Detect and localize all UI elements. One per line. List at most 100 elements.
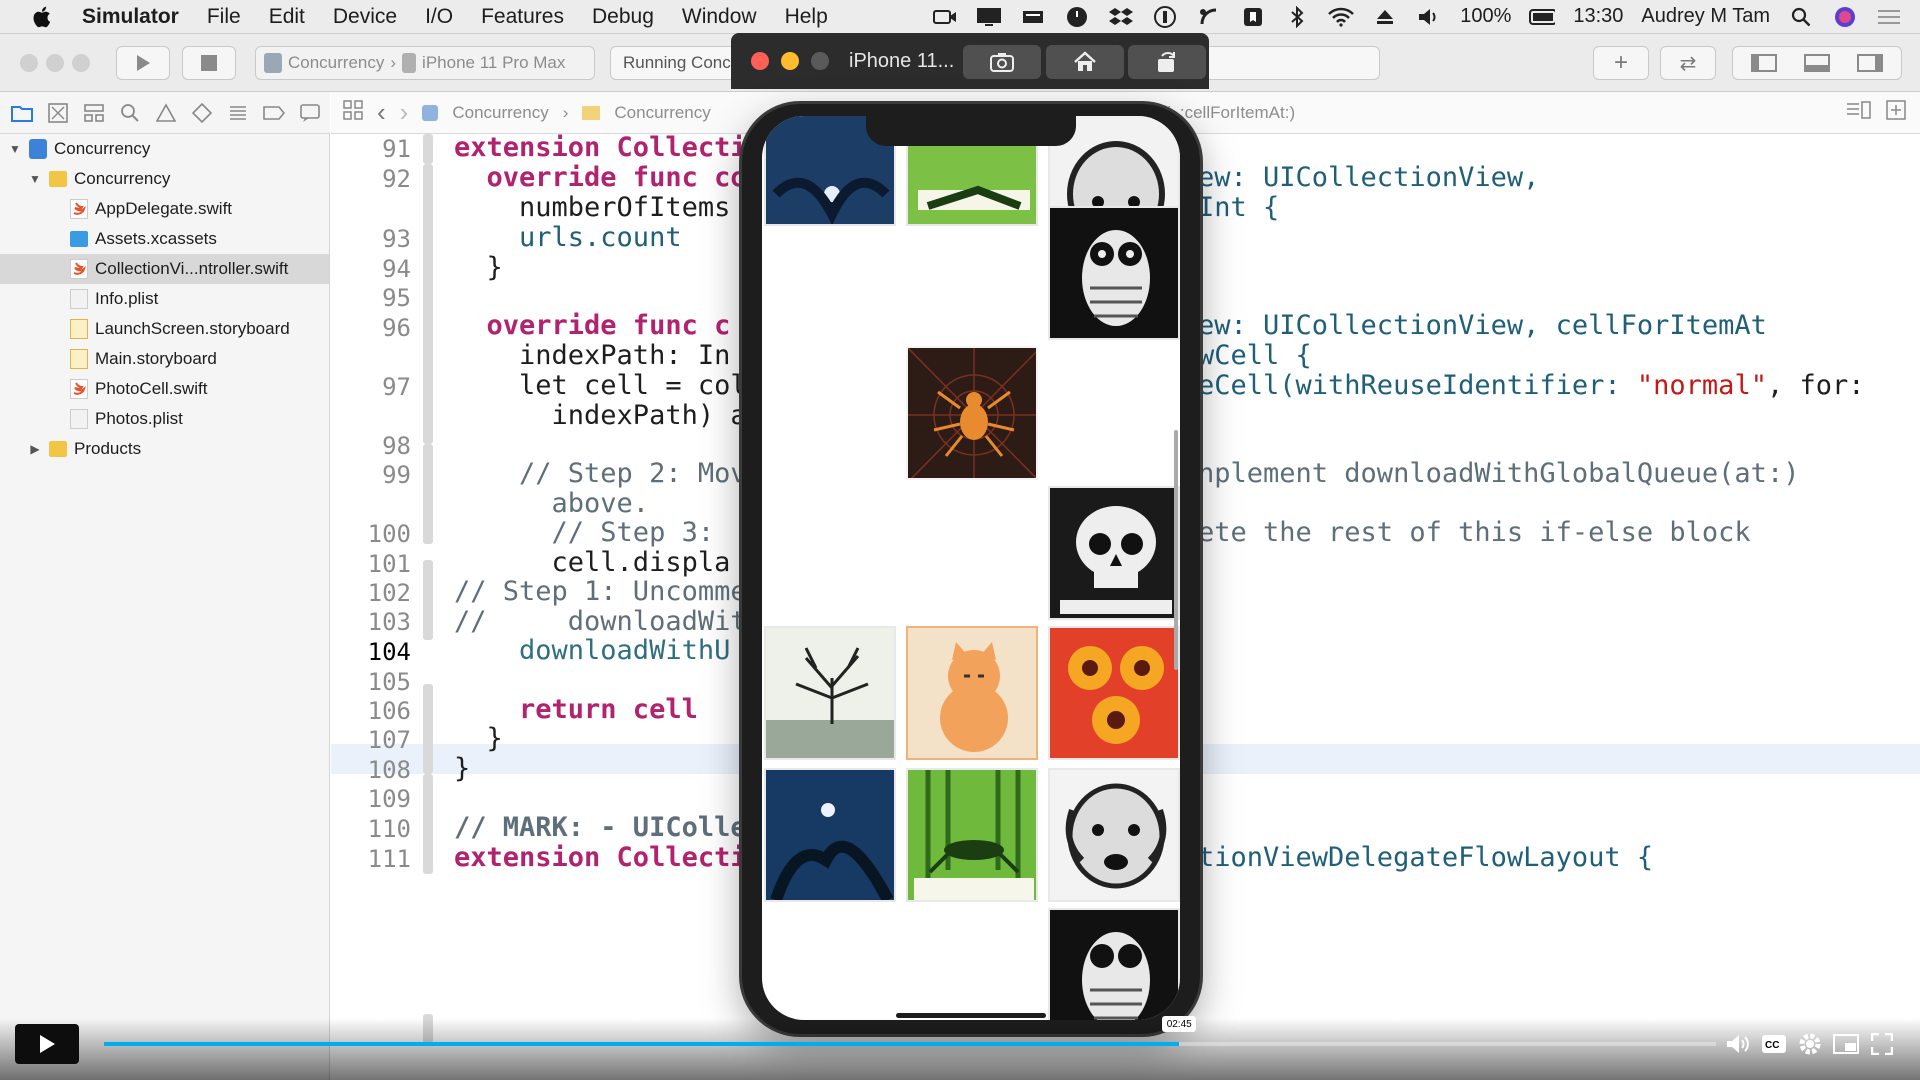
related-items-icon[interactable] — [343, 100, 363, 125]
library-button[interactable]: + — [1593, 46, 1649, 80]
photo-tile-skull[interactable] — [1048, 486, 1180, 620]
camera-status-icon[interactable] — [932, 6, 958, 28]
report-navigator-icon[interactable] — [298, 101, 322, 125]
display-status-icon[interactable] — [976, 6, 1002, 28]
issue-navigator-icon[interactable] — [154, 101, 178, 125]
window-minimize-button[interactable] — [46, 54, 64, 72]
debug-navigator-icon[interactable] — [226, 101, 250, 125]
volume-icon[interactable] — [1724, 1030, 1752, 1058]
panel-toggles[interactable] — [1732, 46, 1902, 80]
photo-tile-grasshopper[interactable] — [906, 768, 1038, 902]
photo-tile-flowers[interactable] — [1048, 626, 1180, 760]
fold-ribbon[interactable] — [423, 164, 433, 444]
test-navigator-icon[interactable] — [190, 101, 214, 125]
user-name[interactable]: Audrey M Tam — [1641, 5, 1770, 28]
menu-io[interactable]: I/O — [411, 5, 467, 29]
collection-scroll-indicator[interactable] — [1174, 430, 1178, 670]
home-button[interactable] — [1046, 45, 1124, 79]
menu-device[interactable]: Device — [319, 5, 411, 29]
tree-item-group-products[interactable]: ▶ Products — [0, 434, 329, 464]
tree-item-photosplist[interactable]: Photos.plist — [0, 404, 329, 434]
fold-ribbon[interactable] — [423, 684, 433, 774]
menu-window[interactable]: Window — [668, 5, 771, 29]
photo-tile-owl[interactable] — [1048, 206, 1180, 340]
photo-tile-dog[interactable] — [1048, 768, 1180, 902]
photo-tile-cat[interactable] — [906, 626, 1038, 760]
stack-status-icon[interactable] — [1020, 6, 1046, 28]
simulator-minimize-button[interactable] — [781, 52, 799, 70]
disclosure-down-icon[interactable]: ▼ — [8, 142, 22, 156]
menu-help[interactable]: Help — [771, 5, 842, 29]
tree-item-group-concurrency[interactable]: ▼ Concurrency — [0, 164, 329, 194]
menu-file[interactable]: File — [193, 5, 255, 29]
code-review-button[interactable]: ⇄ — [1660, 46, 1716, 80]
rotate-button[interactable] — [1128, 45, 1206, 79]
bookmark-status-icon[interactable] — [1240, 6, 1266, 28]
spotlight-search-icon[interactable] — [1788, 6, 1814, 28]
notification-center-icon[interactable] — [1876, 6, 1902, 28]
siri-icon[interactable] — [1832, 6, 1858, 28]
run-button[interactable] — [116, 46, 170, 80]
fold-ribbon[interactable] — [423, 444, 433, 544]
window-close-button[interactable] — [20, 54, 38, 72]
dropbox-icon[interactable] — [1108, 6, 1134, 28]
menu-debug[interactable]: Debug — [578, 5, 668, 29]
power-status-icon[interactable] — [1064, 6, 1090, 28]
picture-in-picture-icon[interactable] — [1832, 1030, 1860, 1058]
breadcrumb-project[interactable]: Concurrency — [452, 103, 548, 123]
tree-item-mainstoryboard[interactable]: Main.storyboard — [0, 344, 329, 374]
folder-navigator-icon[interactable] — [10, 101, 34, 125]
iphone-screen[interactable] — [762, 116, 1180, 1020]
tree-item-appdelegate[interactable]: AppDelegate.swift — [0, 194, 329, 224]
volume-icon[interactable] — [1416, 6, 1442, 28]
video-play-button[interactable] — [15, 1024, 79, 1064]
tree-item-assets[interactable]: Assets.xcassets — [0, 224, 329, 254]
settings-gear-icon[interactable] — [1796, 1030, 1824, 1058]
eject-icon[interactable] — [1372, 6, 1398, 28]
forward-chevron-icon[interactable]: › — [400, 97, 409, 128]
find-navigator-icon[interactable] — [118, 101, 142, 125]
clock[interactable]: 13:30 — [1573, 5, 1623, 28]
scheme-selector[interactable]: Concurrency › iPhone 11 Pro Max — [255, 46, 595, 80]
photo-tile-night[interactable] — [764, 768, 896, 902]
tree-item-infoplist[interactable]: Info.plist — [0, 284, 329, 314]
stop-button[interactable] — [182, 46, 236, 80]
menu-app-simulator[interactable]: Simulator — [60, 5, 193, 29]
breadcrumb-method[interactable]: (_:cellForItemAt:) — [1165, 103, 1295, 123]
fold-ribbon[interactable] — [423, 134, 433, 164]
tree-item-collectionviewcontroller[interactable]: CollectionVi...ntroller.swift — [0, 254, 329, 284]
captions-icon[interactable]: CC — [1760, 1030, 1788, 1058]
menu-features[interactable]: Features — [467, 5, 578, 29]
tree-item-photocell[interactable]: PhotoCell.swift — [0, 374, 329, 404]
onepassword-icon[interactable] — [1152, 5, 1178, 28]
photo-tile-owl[interactable] — [1048, 908, 1180, 1020]
bluetooth-icon[interactable] — [1284, 5, 1310, 28]
add-editor-icon[interactable] — [1886, 100, 1906, 125]
code-line-92-cont: numberOfItems — [454, 192, 731, 223]
simulator-close-button[interactable] — [751, 52, 769, 70]
fullscreen-icon[interactable] — [1868, 1030, 1896, 1058]
window-zoom-button[interactable] — [72, 54, 90, 72]
disclosure-down-icon[interactable]: ▼ — [28, 172, 42, 186]
breadcrumb-group[interactable]: Concurrency — [614, 103, 710, 123]
fold-ribbon[interactable] — [423, 774, 433, 874]
menu-edit[interactable]: Edit — [255, 5, 319, 29]
breakpoint-navigator-icon[interactable] — [262, 101, 286, 125]
tree-item-launchscreen[interactable]: LaunchScreen.storyboard — [0, 314, 329, 344]
battery-icon[interactable] — [1529, 6, 1556, 28]
minimap-toggle-icon[interactable] — [1846, 101, 1872, 124]
photo-tile-spider[interactable] — [906, 346, 1038, 480]
tree-item-project[interactable]: ▼ Concurrency — [0, 134, 329, 164]
back-chevron-icon[interactable]: ‹ — [377, 97, 386, 128]
wifi-icon[interactable] — [1328, 6, 1355, 28]
disclosure-right-icon[interactable]: ▶ — [28, 442, 42, 456]
symbol-navigator-icon[interactable] — [82, 101, 106, 125]
sync-status-icon[interactable] — [1196, 6, 1222, 28]
apple-menu-icon[interactable] — [22, 0, 60, 34]
simulator-zoom-button[interactable] — [811, 52, 829, 70]
screenshot-button[interactable] — [963, 45, 1041, 79]
fold-ribbon[interactable] — [423, 560, 433, 640]
photo-tile-tree[interactable] — [764, 626, 896, 760]
source-control-navigator-icon[interactable] — [46, 101, 70, 125]
video-progress-bar[interactable] — [104, 1042, 1716, 1046]
